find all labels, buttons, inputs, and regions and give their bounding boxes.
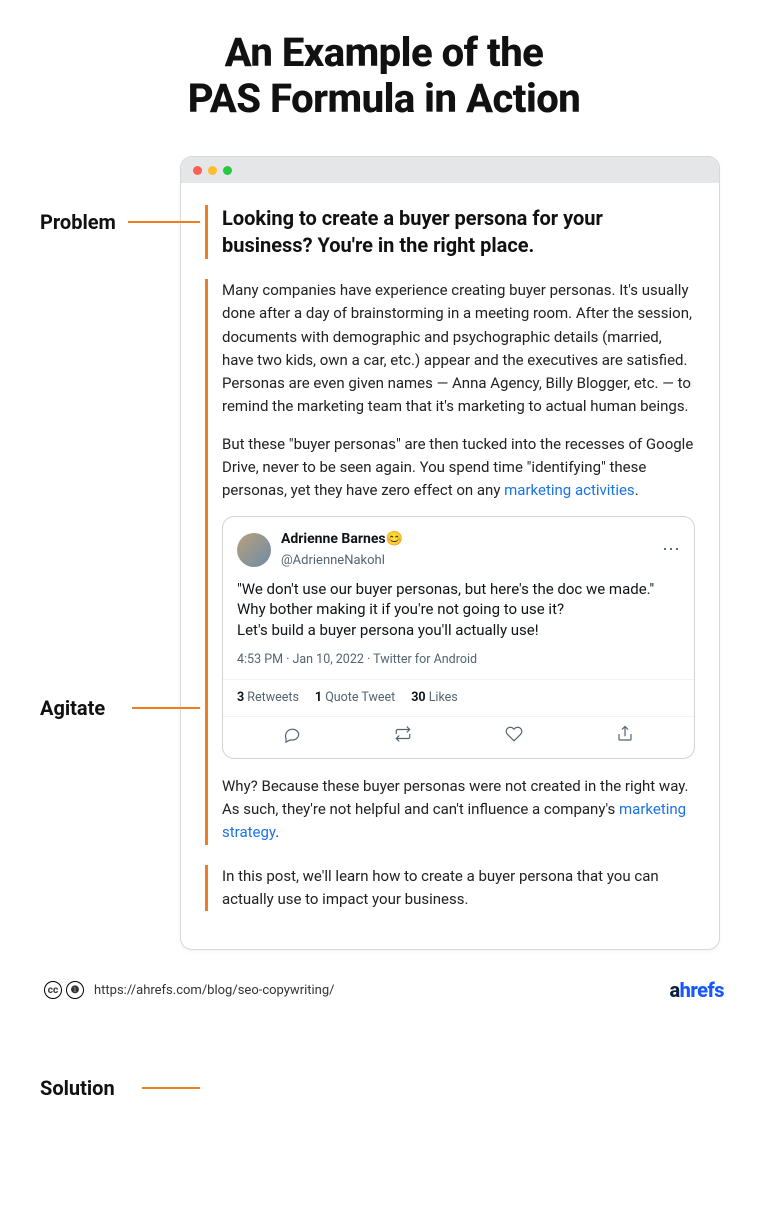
label-problem: Problem: [40, 210, 116, 234]
page-title: An Example of the PAS Formula in Action: [40, 30, 728, 122]
problem-headline: Looking to create a buyer persona for yo…: [222, 205, 695, 259]
agitate-paragraph-1: Many companies have experience creating …: [222, 279, 695, 419]
like-icon[interactable]: [505, 725, 523, 750]
share-icon[interactable]: [616, 725, 634, 750]
traffic-light-close-icon: [193, 166, 202, 175]
cc-license-icon: cc: [44, 981, 62, 999]
cc-by-icon: ❶: [66, 981, 84, 999]
tweet-stats: 3 Retweets 1 Quote Tweet 30 Likes: [223, 679, 694, 715]
tweet-timestamp: 4:53 PM · Jan 10, 2022 · Twitter for And…: [223, 650, 694, 679]
agitate-paragraph-2: But these "buyer personas" are then tuck…: [222, 433, 695, 503]
footer: cc ❶ https://ahrefs.com/blog/seo-copywri…: [40, 978, 728, 1002]
source-url: https://ahrefs.com/blog/seo-copywriting/: [94, 983, 335, 998]
tweet-author-handle: @AdrienneNakohl: [281, 551, 403, 571]
avatar: [237, 533, 271, 567]
agitate-paragraph-3: Why? Because these buyer personas were n…: [222, 775, 695, 845]
brand-logo: ahrefs: [670, 978, 725, 1002]
link-marketing-activities[interactable]: marketing activities: [504, 481, 635, 499]
diagram-stage: Problem Agitate Solution Looking to crea…: [40, 156, 728, 950]
solution-text: In this post, we'll learn how to create …: [222, 865, 695, 912]
section-solution: In this post, we'll learn how to create …: [205, 865, 695, 912]
titlebar: [181, 157, 719, 183]
embedded-tweet[interactable]: Adrienne Barnes😊 @AdrienneNakohl ⋯ "We d…: [222, 516, 695, 759]
section-agitate: Many companies have experience creating …: [205, 279, 695, 845]
tweet-text: "We don't use our buyer personas, but he…: [223, 577, 694, 650]
cc-icons: cc ❶: [44, 981, 84, 999]
traffic-light-minimize-icon: [208, 166, 217, 175]
tweet-author-name: Adrienne Barnes😊: [281, 529, 403, 551]
section-problem: Looking to create a buyer persona for yo…: [205, 205, 695, 259]
label-solution: Solution: [40, 1076, 115, 1100]
label-agitate: Agitate: [40, 696, 105, 720]
browser-mock: Looking to create a buyer persona for yo…: [180, 156, 720, 950]
more-icon[interactable]: ⋯: [662, 541, 680, 559]
retweet-icon[interactable]: [394, 725, 412, 750]
traffic-light-zoom-icon: [223, 166, 232, 175]
reply-icon[interactable]: [283, 725, 301, 750]
